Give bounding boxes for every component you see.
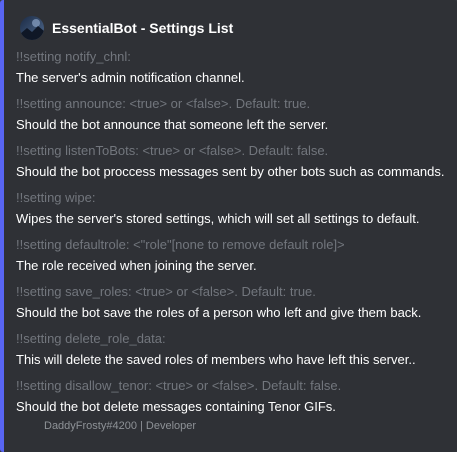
field-name: !!setting notify_chnl: (16, 49, 131, 64)
embed-author-name[interactable]: EssentialBot - Settings List (52, 19, 233, 37)
field-name: !!setting save_roles: <true> or <false>.… (16, 284, 316, 299)
field-value: The server's admin notification channel. (16, 70, 245, 85)
field-value: The role received when joining the serve… (16, 258, 257, 273)
settings-field-list: !!setting notify_chnl: The server's admi… (16, 48, 449, 424)
field-name: !!setting announce: <true> or <false>. D… (16, 96, 311, 111)
setting-field-notify-chnl: !!setting notify_chnl: The server's admi… (16, 48, 449, 95)
field-name: !!setting disallow_tenor: <true> or <fal… (16, 378, 342, 393)
field-value: Should the bot announce that someone lef… (16, 117, 329, 132)
field-name: !!setting defaultrole: <"role"[none to r… (16, 237, 345, 252)
field-value: This will delete the saved roles of memb… (16, 352, 416, 367)
setting-field-delete-role-data: !!setting delete_role_data: This will de… (16, 330, 449, 377)
embed-author: EssentialBot - Settings List (20, 15, 233, 41)
field-name: !!setting delete_role_data: (16, 331, 166, 346)
field-value: Should the bot save the roles of a perso… (16, 305, 422, 320)
field-name: !!setting wipe: (16, 190, 96, 205)
setting-field-save-roles: !!setting save_roles: <true> or <false>.… (16, 283, 449, 330)
field-name: !!setting listenToBots: <true> or <false… (16, 143, 329, 158)
setting-field-wipe: !!setting wipe: Wipes the server's store… (16, 189, 449, 236)
embed-footer: DaddyFrosty#4200 | Developer (44, 420, 197, 432)
setting-field-disallow-tenor: !!setting disallow_tenor: <true> or <fal… (16, 377, 449, 424)
setting-field-defaultrole: !!setting defaultrole: <"role"[none to r… (16, 236, 449, 283)
field-value: Wipes the server's stored settings, whic… (16, 211, 420, 226)
setting-field-announce: !!setting announce: <true> or <false>. D… (16, 95, 449, 142)
setting-field-listen-to-bots: !!setting listenToBots: <true> or <false… (16, 142, 449, 189)
bot-avatar-icon[interactable] (20, 16, 44, 40)
field-value: Should the bot delete messages containin… (16, 399, 336, 414)
settings-embed: EssentialBot - Settings List !!setting n… (0, 0, 457, 452)
field-value: Should the bot proccess messages sent by… (16, 164, 445, 179)
